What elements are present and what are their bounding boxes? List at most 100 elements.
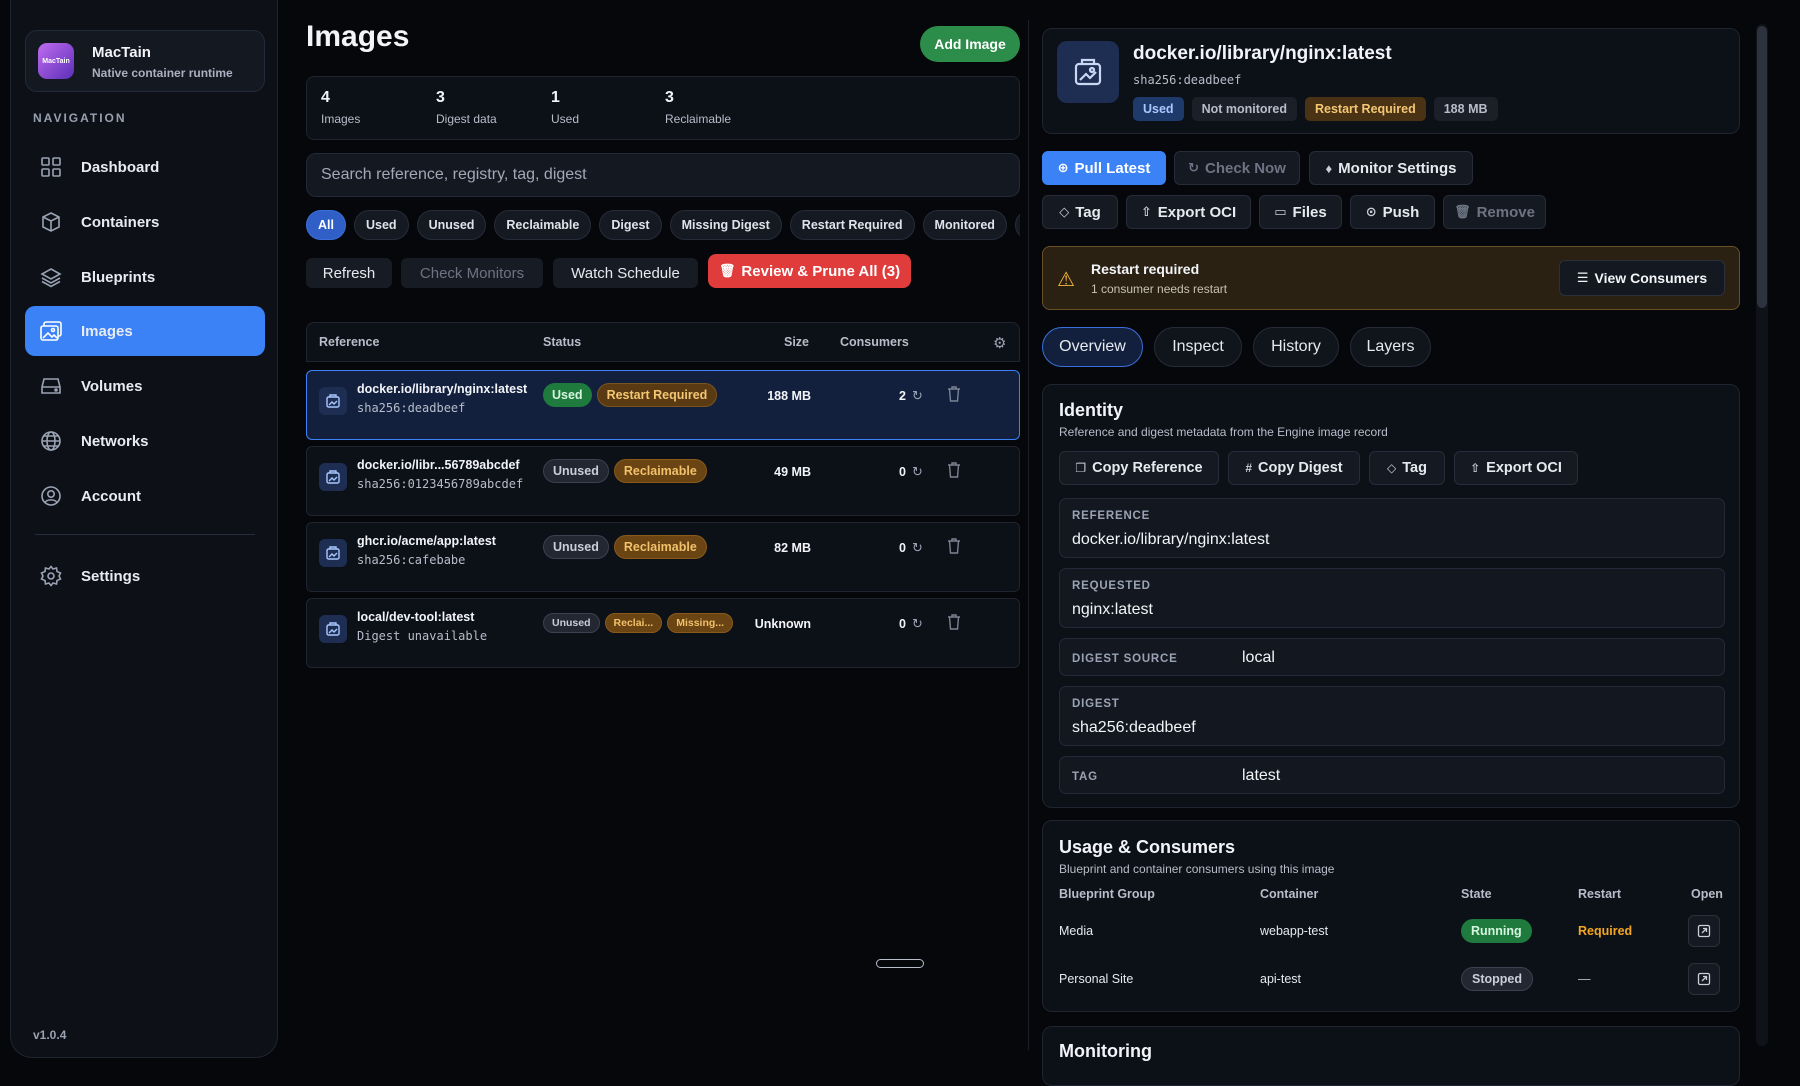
table-row[interactable]: local/dev-tool:latest Digest unavailable…: [306, 598, 1020, 668]
drive-icon: [39, 374, 63, 398]
detail-digest: sha256:deadbeef: [1133, 73, 1242, 87]
filter-more[interactable]: U: [1014, 210, 1020, 240]
trash-icon[interactable]: [947, 386, 961, 407]
sidebar-item-images[interactable]: Images: [25, 306, 265, 356]
export-icon: ⇧: [1470, 461, 1481, 475]
watch-schedule-button[interactable]: Watch Schedule: [553, 258, 698, 288]
table-row[interactable]: ghcr.io/acme/app:latest sha256:cafebabe …: [306, 522, 1020, 592]
warning-title: Restart required: [1091, 261, 1200, 277]
consumer-group: Personal Site: [1059, 972, 1134, 986]
monitor-badge: Not monitored: [1191, 97, 1297, 121]
usage-consumers-card: Usage & Consumers Blueprint and containe…: [1042, 820, 1740, 1012]
app-brand: MacTain MacTain Native container runtime: [25, 30, 265, 92]
table-row[interactable]: docker.io/libr...56789abcdef sha256:0123…: [306, 446, 1020, 516]
status-badge: Restart Required: [596, 383, 718, 407]
restart-status: Required: [1578, 924, 1633, 938]
tab-layers[interactable]: Layers: [1350, 327, 1431, 367]
copy-reference-button[interactable]: ❐ Copy Reference: [1059, 451, 1219, 485]
col-restart: Restart: [1578, 887, 1622, 901]
restart-warning-banner: ⚠ Restart required 1 consumer needs rest…: [1042, 246, 1740, 310]
refresh-icon[interactable]: ↻: [912, 540, 923, 556]
col-blueprint-group: Blueprint Group: [1059, 887, 1155, 901]
remove-button[interactable]: 🗑 Remove: [1443, 195, 1546, 229]
open-external-icon[interactable]: [1688, 915, 1720, 947]
gear-icon: [39, 564, 63, 588]
image-icon: [319, 387, 347, 415]
export-oci-button[interactable]: ⇧ Export OCI: [1126, 195, 1251, 229]
image-size: 49 MB: [774, 465, 811, 479]
refresh-icon[interactable]: ↻: [912, 388, 923, 404]
check-now-button[interactable]: ↻ Check Now: [1174, 151, 1300, 185]
trash-icon[interactable]: [947, 614, 961, 635]
open-external-icon[interactable]: [1688, 963, 1720, 995]
scroll-indicator[interactable]: [876, 959, 924, 968]
sidebar-item-account[interactable]: Account: [25, 471, 265, 521]
restart-status: —: [1578, 972, 1591, 986]
app-name: MacTain: [92, 44, 151, 61]
copy-icon: ❐: [1075, 461, 1087, 475]
nav-divider: [35, 534, 255, 535]
image-reference: ghcr.io/acme/app:latest: [357, 534, 496, 548]
tab-overview[interactable]: Overview: [1042, 327, 1143, 367]
bell-icon: ♦: [1325, 160, 1333, 176]
filter-monitored[interactable]: Monitored: [922, 210, 1007, 240]
trash-icon[interactable]: [947, 462, 961, 483]
sidebar-item-networks[interactable]: Networks: [25, 416, 265, 466]
filter-restart-required[interactable]: Restart Required: [789, 210, 915, 240]
export-oci-button[interactable]: ⇧ Export OCI: [1454, 451, 1578, 485]
refresh-icon: ↻: [1188, 160, 1200, 175]
search-input[interactable]: Search reference, registry, tag, digest: [306, 153, 1020, 197]
trash-icon[interactable]: [947, 538, 961, 559]
filter-unused[interactable]: Unused: [416, 210, 487, 240]
add-image-button[interactable]: Add Image: [920, 26, 1020, 62]
app-subtitle: Native container runtime: [92, 66, 233, 80]
files-button[interactable]: ▭ Files: [1259, 195, 1342, 229]
sidebar-item-volumes[interactable]: Volumes: [25, 361, 265, 411]
sidebar-item-label: Account: [81, 487, 141, 505]
status-badge: Missing...: [667, 613, 734, 633]
monitor-settings-button[interactable]: ♦ Monitor Settings: [1309, 151, 1473, 185]
refresh-icon[interactable]: ↻: [912, 616, 923, 632]
tag-button[interactable]: ◇ Tag: [1042, 195, 1118, 229]
push-button[interactable]: ⊙ Push: [1350, 195, 1435, 229]
tab-inspect[interactable]: Inspect: [1154, 327, 1242, 367]
sidebar-item-dashboard[interactable]: Dashboard: [25, 142, 265, 192]
image-icon: [319, 463, 347, 491]
app-logo: MacTain: [38, 43, 74, 79]
tag-icon: ◇: [1059, 204, 1070, 219]
field-digest-source: DIGEST SOURCE local: [1059, 638, 1725, 676]
filter-missing-digest[interactable]: Missing Digest: [669, 210, 782, 240]
refresh-button[interactable]: Refresh: [306, 258, 392, 288]
detail-scrollbar-thumb[interactable]: [1757, 26, 1767, 308]
stat-images: 4 Images: [321, 89, 361, 126]
copy-digest-button[interactable]: # Copy Digest: [1228, 451, 1360, 485]
sidebar-item-settings[interactable]: Settings: [25, 551, 265, 601]
image-reference: local/dev-tool:latest: [357, 610, 475, 624]
review-prune-button[interactable]: 🗑 Review & Prune All (3): [708, 254, 911, 288]
table-row[interactable]: docker.io/library/nginx:latest sha256:de…: [306, 370, 1020, 440]
state-badge: Stopped: [1461, 967, 1533, 991]
stat-reclaimable: 3 Reclaimable: [665, 89, 732, 126]
sidebar-item-containers[interactable]: Containers: [25, 197, 265, 247]
tab-history[interactable]: History: [1253, 327, 1339, 367]
warning-subtitle: 1 consumer needs restart: [1091, 282, 1228, 296]
filter-all[interactable]: All: [306, 210, 346, 240]
filter-reclaimable[interactable]: Reclaimable: [494, 210, 592, 240]
consumer-container[interactable]: webapp-test: [1260, 924, 1328, 938]
column-settings-icon[interactable]: ⚙: [993, 334, 1006, 352]
sidebar-item-blueprints[interactable]: Blueprints: [25, 252, 265, 302]
image-reference: docker.io/libr...56789abcdef: [357, 458, 520, 472]
tag-button[interactable]: ◇ Tag: [1369, 451, 1445, 485]
download-icon: ⊕: [1057, 160, 1069, 175]
col-status: Status: [543, 335, 582, 349]
consumer-container[interactable]: api-test: [1260, 972, 1301, 986]
view-consumers-button[interactable]: ☰ View Consumers: [1559, 260, 1725, 296]
status-badge: Reclai...: [604, 613, 663, 633]
upload-icon: ⊙: [1365, 204, 1377, 219]
pull-latest-button[interactable]: ⊕ Pull Latest: [1042, 151, 1166, 185]
filter-digest[interactable]: Digest: [599, 210, 662, 240]
refresh-icon[interactable]: ↻: [912, 464, 923, 480]
check-monitors-button[interactable]: Check Monitors: [401, 258, 543, 288]
status-badge: Reclaimable: [613, 459, 707, 483]
filter-used[interactable]: Used: [353, 210, 409, 240]
